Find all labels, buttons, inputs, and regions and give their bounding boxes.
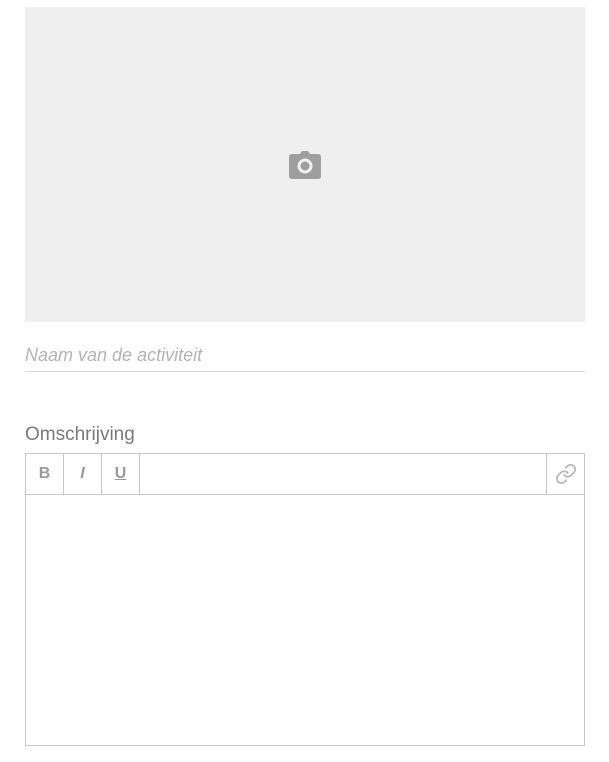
activity-name-input[interactable] — [25, 340, 585, 370]
camera-icon — [289, 150, 321, 179]
bold-button[interactable]: B — [26, 454, 64, 494]
photo-upload-area[interactable] — [25, 7, 585, 322]
insert-link-button[interactable] — [546, 454, 584, 494]
editor-toolbar: B I U — [26, 454, 584, 495]
description-label: Omschrijving — [25, 424, 135, 445]
activity-name-field — [25, 340, 585, 372]
underline-button[interactable]: U — [102, 454, 140, 494]
description-textarea[interactable] — [26, 495, 584, 745]
link-icon — [555, 463, 576, 485]
description-editor: B I U — [25, 453, 585, 746]
italic-button[interactable]: I — [64, 454, 102, 494]
